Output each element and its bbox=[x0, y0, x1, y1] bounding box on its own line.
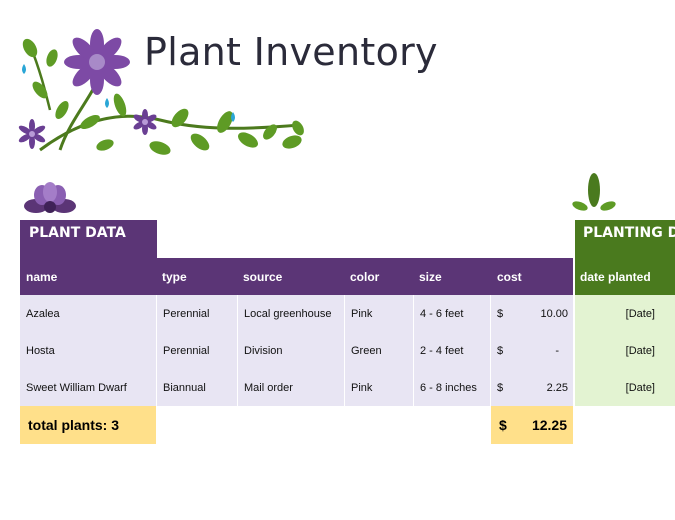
table-cell-name[interactable]: Azalea bbox=[20, 295, 156, 332]
table-cell-source[interactable]: Local greenhouse bbox=[238, 295, 344, 332]
flower-vine-illustration bbox=[18, 29, 304, 155]
table-cell-color[interactable]: Green bbox=[345, 332, 413, 369]
table-cell-color[interactable]: Pink bbox=[345, 369, 413, 406]
table-cell-name[interactable]: Hosta bbox=[20, 332, 156, 369]
table-cell-color[interactable]: Pink bbox=[345, 295, 413, 332]
currency-symbol: $ bbox=[497, 381, 504, 394]
total-plants-label: total plants: 3 bbox=[28, 417, 120, 433]
column-header-date-planted[interactable]: date planted bbox=[580, 270, 651, 284]
cost-value: 10.00 bbox=[540, 307, 568, 320]
table-cell-name[interactable]: Sweet William Dwarf bbox=[20, 369, 156, 406]
table-cell-date[interactable]: [Date] bbox=[575, 332, 675, 369]
table-cell-size[interactable]: 4 - 6 feet bbox=[414, 295, 490, 332]
total-plants-cell[interactable]: total plants: 3 bbox=[20, 406, 156, 444]
table-cell-size[interactable]: 6 - 8 inches bbox=[414, 369, 490, 406]
column-header-row bbox=[20, 258, 573, 295]
table-cell-source[interactable]: Mail order bbox=[238, 369, 344, 406]
column-header-source[interactable]: source bbox=[243, 270, 282, 284]
table-cell-date[interactable]: [Date] bbox=[575, 295, 675, 332]
green-sprout-icon bbox=[572, 173, 616, 211]
currency-symbol: $ bbox=[497, 307, 504, 320]
total-cost-value: 12.25 bbox=[531, 417, 567, 433]
purple-flower-icon bbox=[24, 182, 76, 213]
column-header-name[interactable]: name bbox=[26, 270, 57, 284]
table-cell-cost[interactable]: $ 10.00 bbox=[491, 295, 573, 332]
plant-data-label: PLANT DATA bbox=[29, 225, 126, 241]
page-title: Plant Inventory bbox=[144, 30, 438, 74]
table-cell-type[interactable]: Biannual bbox=[157, 369, 237, 406]
column-header-color[interactable]: color bbox=[350, 270, 379, 284]
table-cell-type[interactable]: Perennial bbox=[157, 295, 237, 332]
table-cell-cost[interactable]: $ - bbox=[491, 332, 573, 369]
cost-value: - bbox=[555, 344, 559, 357]
column-header-type[interactable]: type bbox=[162, 270, 187, 284]
plant-data-section-header: PLANT DATA bbox=[20, 220, 157, 258]
column-header-size[interactable]: size bbox=[419, 270, 442, 284]
table-cell-type[interactable]: Perennial bbox=[157, 332, 237, 369]
cost-value: 2.25 bbox=[546, 381, 568, 394]
total-currency-symbol: $ bbox=[499, 417, 507, 433]
total-cost-cell[interactable]: $ 12.25 bbox=[491, 406, 573, 444]
column-header-cost[interactable]: cost bbox=[497, 270, 522, 284]
table-cell-source[interactable]: Division bbox=[238, 332, 344, 369]
planting-section-header: PLANTING DA bbox=[575, 220, 675, 258]
table-cell-date[interactable]: [Date] bbox=[575, 369, 675, 406]
currency-symbol: $ bbox=[497, 344, 504, 357]
table-cell-size[interactable]: 2 - 4 feet bbox=[414, 332, 490, 369]
planting-label: PLANTING DA bbox=[583, 225, 675, 241]
table-cell-cost[interactable]: $ 2.25 bbox=[491, 369, 573, 406]
